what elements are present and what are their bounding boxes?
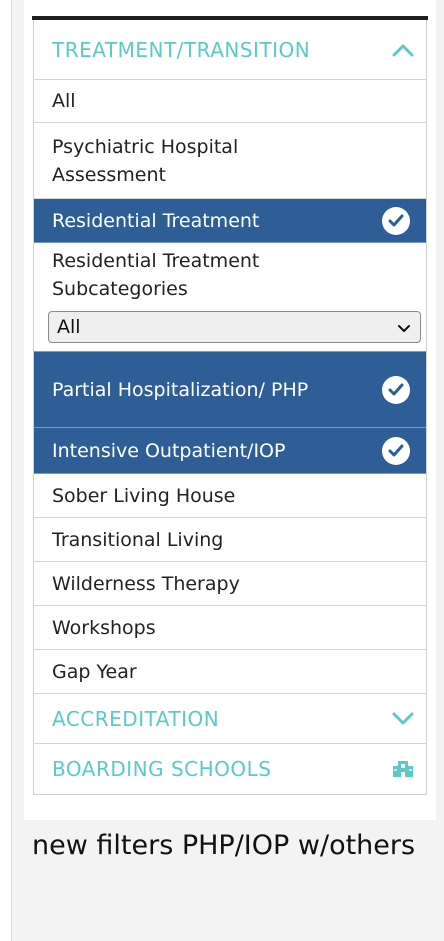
filter-item-residential-subcategories: Residential Treatment Subcategories — [34, 243, 426, 307]
check-circle-icon — [382, 206, 410, 235]
section-boarding-title: BOARDING SCHOOLS — [52, 757, 272, 781]
filter-item-label: Psychiatric Hospital Assessment — [52, 135, 239, 186]
filter-list: TREATMENT/TRANSITION All Psychiatric Hos… — [33, 20, 427, 795]
section-treatment-title: TREATMENT/TRANSITION — [52, 37, 311, 62]
subcategory-select-wrap: All — [34, 307, 426, 352]
filter-item-label: All — [52, 90, 76, 112]
section-treatment-header[interactable]: TREATMENT/TRANSITION — [34, 20, 426, 80]
chevron-up-icon[interactable] — [392, 39, 414, 61]
check-circle-icon — [382, 375, 410, 404]
subcategory-select-value: All — [57, 316, 81, 338]
filter-item-label: Residential Treatment — [52, 209, 260, 232]
filter-item-label: Wilderness Therapy — [52, 572, 240, 595]
filter-item-label: Partial Hospitalization/ PHP — [52, 378, 309, 401]
section-accreditation-header[interactable]: ACCREDITATION — [34, 694, 426, 744]
filter-item-sober-living[interactable]: Sober Living House — [34, 474, 426, 518]
check-circle-icon — [382, 436, 410, 465]
filter-panel: TREATMENT/TRANSITION All Psychiatric Hos… — [24, 0, 436, 820]
filter-item-label: Workshops — [52, 616, 156, 639]
filter-item-workshops[interactable]: Workshops — [34, 606, 426, 650]
filter-item-label: Sober Living House — [52, 484, 236, 507]
section-accreditation-title: ACCREDITATION — [52, 706, 220, 731]
filter-item-intensive-outpatient[interactable]: Intensive Outpatient/IOP — [34, 428, 426, 474]
filter-item-psychiatric-hospital[interactable]: Psychiatric Hospital Assessment — [34, 123, 426, 199]
filter-item-label: Transitional Living — [52, 528, 224, 551]
caption-text: new filters PHP/IOP w/others — [32, 830, 416, 861]
subcategory-select[interactable]: All — [48, 311, 421, 343]
section-boarding-header[interactable]: BOARDING SCHOOLS — [34, 744, 426, 794]
filter-item-residential-treatment[interactable]: Residential Treatment — [34, 199, 426, 243]
filter-item-label: Gap Year — [52, 660, 137, 683]
chevron-down-icon[interactable] — [392, 708, 414, 730]
filter-item-gap-year[interactable]: Gap Year — [34, 650, 426, 694]
filter-item-partial-hospitalization[interactable]: Partial Hospitalization/ PHP — [34, 352, 426, 428]
chevron-down-icon — [398, 316, 410, 338]
filter-item-transitional-living[interactable]: Transitional Living — [34, 518, 426, 562]
school-icon — [392, 758, 414, 780]
filter-item-all[interactable]: All — [34, 80, 426, 123]
filter-item-label: Residential Treatment Subcategories — [52, 250, 260, 300]
filter-item-wilderness-therapy[interactable]: Wilderness Therapy — [34, 562, 426, 606]
filter-item-label: Intensive Outpatient/IOP — [52, 439, 286, 462]
window-edge — [0, 0, 12, 941]
